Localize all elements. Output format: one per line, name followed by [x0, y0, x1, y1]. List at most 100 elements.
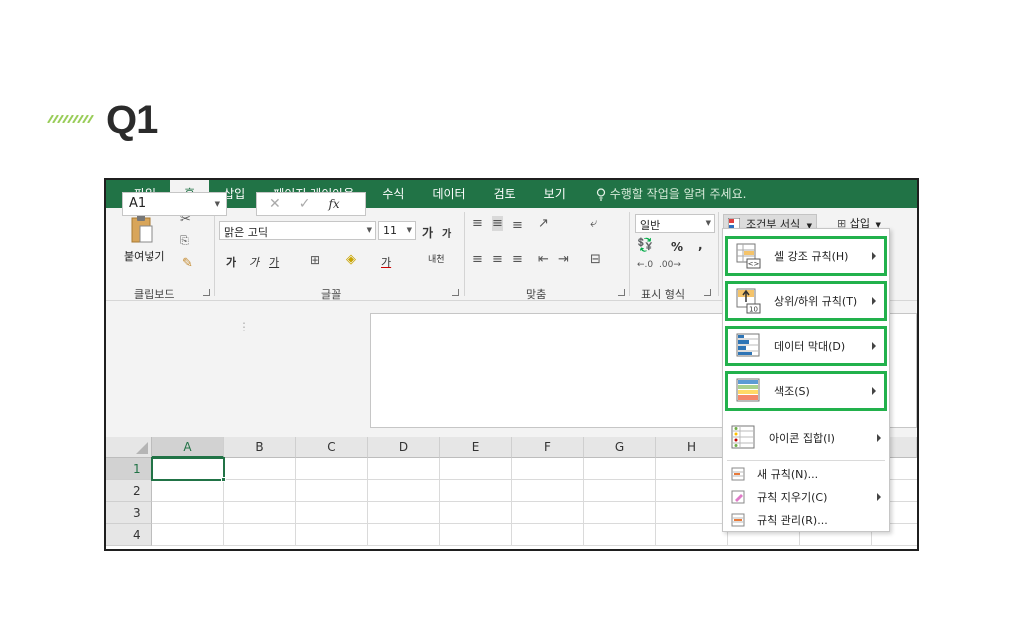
tab-formulas[interactable]: 수식 [368, 180, 418, 208]
format-painter-icon[interactable]: ✎ [182, 256, 193, 271]
align-top-icon[interactable]: ≡ [472, 216, 483, 231]
grid-cell[interactable] [296, 524, 368, 546]
grid-cell[interactable] [656, 502, 728, 524]
name-box[interactable]: A1 ▼ [122, 192, 227, 216]
tab-data[interactable]: 데이터 [418, 180, 479, 208]
wrap-text-icon[interactable]: ⤶ [590, 216, 597, 231]
grid-cell[interactable] [224, 480, 296, 502]
tab-view[interactable]: 보기 [530, 180, 580, 208]
clipboard-launcher-icon[interactable] [203, 289, 210, 296]
shrink-font-button[interactable]: 가 [442, 225, 451, 240]
grid-cell[interactable] [368, 502, 440, 524]
menu-item-clear-rules[interactable]: 규칙 지우기(C) [723, 486, 889, 508]
align-left-icon[interactable]: ≡ [472, 252, 483, 267]
decrease-decimal-icon[interactable]: .00→ [659, 260, 681, 270]
column-header-d[interactable]: D [368, 437, 440, 458]
tab-review[interactable]: 검토 [480, 180, 530, 208]
grid-cell[interactable] [656, 458, 728, 480]
grid-cell[interactable] [296, 458, 368, 480]
column-header-c[interactable]: C [296, 437, 368, 458]
align-right-icon[interactable]: ≡ [512, 252, 523, 267]
font-color-button[interactable]: 가 [381, 254, 391, 270]
grid-cell[interactable] [368, 524, 440, 546]
alignment-launcher-icon[interactable] [618, 289, 625, 296]
row-header-4[interactable]: 4 [106, 524, 152, 546]
menu-item-color-scales[interactable]: 색조(S) [725, 371, 887, 411]
column-header-b[interactable]: B [224, 437, 296, 458]
increase-indent-icon[interactable]: ⇥ [558, 252, 569, 267]
column-header-a[interactable]: A [152, 437, 224, 458]
menu-item-manage-rules[interactable]: 규칙 관리(R)... [723, 509, 889, 531]
enter-icon[interactable]: ✓ [299, 196, 311, 212]
grid-cell[interactable] [512, 524, 584, 546]
font-size-dropdown[interactable]: 11 ▼ [378, 221, 416, 240]
grid-cell[interactable] [512, 502, 584, 524]
grid-cell[interactable] [368, 480, 440, 502]
grid-cell[interactable] [584, 480, 656, 502]
currency-icon[interactable]: 💱 [637, 238, 653, 253]
row-header-3[interactable]: 3 [106, 502, 152, 524]
column-header-f[interactable]: F [512, 437, 584, 458]
fill-color-icon[interactable]: ◈ [346, 252, 356, 267]
grid-cell[interactable] [224, 524, 296, 546]
grid-cell[interactable] [296, 502, 368, 524]
grid-cell[interactable] [584, 524, 656, 546]
row-header-2[interactable]: 2 [106, 480, 152, 502]
row-header-1[interactable]: 1 [106, 458, 152, 480]
borders-icon[interactable]: ⊞ [310, 253, 320, 267]
number-format-dropdown[interactable]: 일반 ▼ [635, 214, 715, 233]
grid-cell[interactable] [440, 458, 512, 480]
grid-cell[interactable] [440, 502, 512, 524]
grid-cell[interactable] [368, 458, 440, 480]
align-bottom-icon[interactable]: ≡ [512, 218, 523, 233]
paste-icon[interactable] [130, 214, 154, 244]
merge-center-icon[interactable]: ⊟ [590, 252, 601, 267]
grow-font-button[interactable]: 가 [422, 224, 433, 241]
grid-cell[interactable] [512, 480, 584, 502]
align-middle-icon[interactable]: ≡ [492, 216, 503, 231]
grid-cell[interactable] [656, 524, 728, 546]
grid-cell[interactable] [584, 458, 656, 480]
menu-item-data-bars[interactable]: 데이터 막대(D) [725, 326, 887, 366]
grid-cell[interactable] [152, 480, 224, 502]
align-center-icon[interactable]: ≡ [492, 252, 503, 267]
insert-function-icon[interactable]: fx [328, 197, 339, 211]
italic-button[interactable]: 가 [249, 254, 259, 270]
increase-decimal-icon[interactable]: ←.0 [637, 260, 653, 270]
grid-cell[interactable] [224, 502, 296, 524]
bold-button[interactable]: 가 [226, 254, 236, 270]
menu-item-new-rule[interactable]: 새 규칙(N)... [723, 463, 889, 485]
comma-style-button[interactable]: , [698, 238, 703, 252]
column-header-h[interactable]: H [656, 437, 728, 458]
select-all-button[interactable] [106, 437, 152, 458]
copy-icon[interactable]: ⎘ [180, 234, 189, 248]
grid-cell[interactable] [152, 524, 224, 546]
decrease-indent-icon[interactable]: ⇤ [538, 252, 549, 267]
menu-item-top-bottom-rules[interactable]: 10 상위/하위 규칙(T) [725, 281, 887, 321]
fill-handle[interactable] [221, 477, 226, 482]
percent-style-button[interactable]: % [671, 240, 683, 254]
number-launcher-icon[interactable] [704, 289, 711, 296]
font-name-dropdown[interactable]: 맑은 고딕 ▼ [219, 221, 376, 240]
group-divider [464, 212, 465, 296]
grid-cell[interactable] [296, 480, 368, 502]
grid-cell[interactable] [152, 502, 224, 524]
tell-me-box[interactable]: 수행할 작업을 알려 주세요. [580, 180, 761, 208]
grid-cell[interactable] [656, 480, 728, 502]
menu-item-icon-sets[interactable]: 아이콘 집합(I) [723, 418, 889, 458]
cancel-icon[interactable]: ✕ [269, 196, 281, 212]
underline-button[interactable]: 가 [269, 254, 279, 270]
font-launcher-icon[interactable] [452, 289, 459, 296]
grid-cell[interactable] [440, 524, 512, 546]
menu-item-highlight-cells-rules[interactable]: <> 셀 강조 규칙(H) [725, 236, 887, 276]
grid-cell[interactable] [440, 480, 512, 502]
grid-cell[interactable] [224, 458, 296, 480]
paste-button[interactable]: 붙여넣기 [124, 248, 164, 264]
grid-cell[interactable] [584, 502, 656, 524]
grid-cell[interactable] [512, 458, 584, 480]
phonetic-button[interactable]: 내천 [428, 252, 445, 265]
orientation-icon[interactable]: ↗ [538, 216, 549, 231]
column-header-e[interactable]: E [440, 437, 512, 458]
column-header-g[interactable]: G [584, 437, 656, 458]
active-cell-a1[interactable] [151, 457, 225, 481]
